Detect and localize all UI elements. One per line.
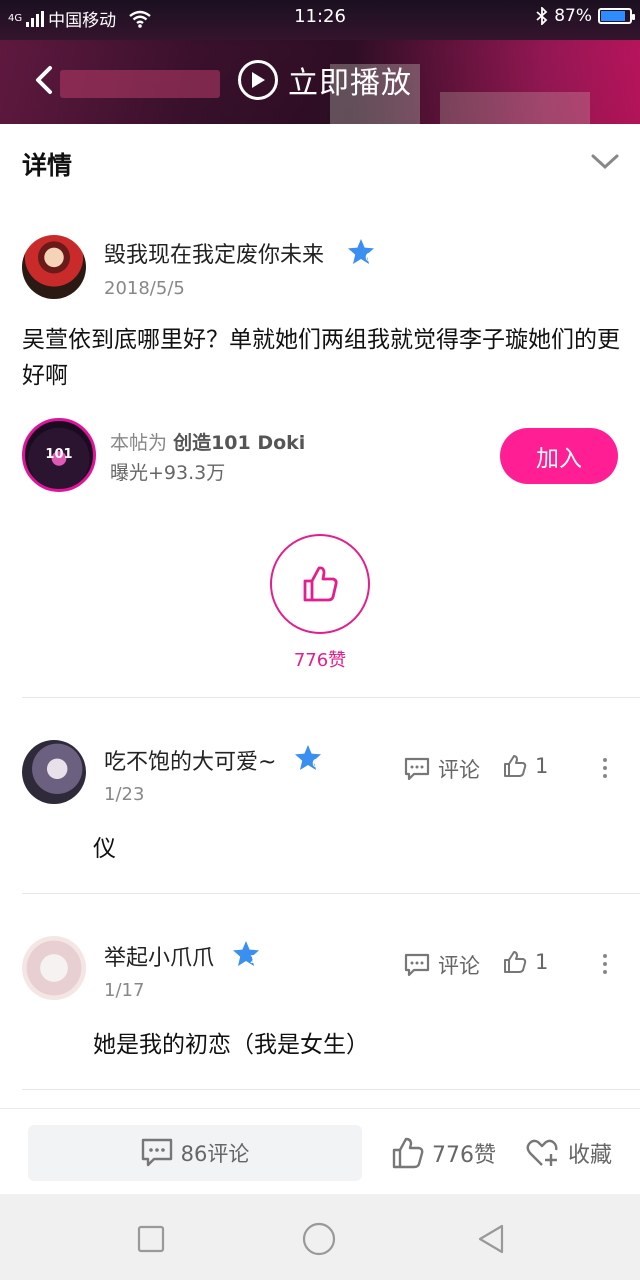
doki-community-row[interactable]: 101 本帖为 创造101 Doki 曝光+93.3万 加入 xyxy=(22,418,620,494)
more-vertical-icon[interactable] xyxy=(595,950,615,978)
video-thumbnail-detail xyxy=(440,92,590,124)
recent-apps-button[interactable] xyxy=(134,1222,168,1256)
battery-percent: 87% xyxy=(554,6,592,26)
detail-header: 详情 xyxy=(0,124,640,204)
comment-like-button[interactable]: 1 xyxy=(503,754,548,778)
play-now-label: 立即播放 xyxy=(288,66,412,101)
comment-date: 1/23 xyxy=(104,784,145,805)
comment-text: 仪 xyxy=(93,836,116,862)
comment-like-button[interactable]: 1 xyxy=(503,950,548,974)
write-comment-button[interactable]: 86评论 xyxy=(28,1125,362,1181)
divider xyxy=(22,1089,640,1090)
collapse-button[interactable] xyxy=(590,150,620,174)
svg-text:6: 6 xyxy=(312,757,319,770)
like-count: 776赞 xyxy=(293,650,347,671)
thumb-up-icon xyxy=(303,566,338,602)
doki-name[interactable]: 创造101 Doki xyxy=(173,432,305,454)
comment-avatar[interactable] xyxy=(22,936,86,1000)
doki-source: 本帖为 创造101 Doki xyxy=(110,428,305,455)
thumb-up-icon xyxy=(504,755,527,777)
star-level-icon: 6 xyxy=(348,239,374,264)
android-nav-bar xyxy=(0,1194,640,1280)
divider xyxy=(22,697,640,698)
bottom-like-button[interactable]: 776赞 xyxy=(392,1125,496,1181)
doki-logo[interactable]: 101 xyxy=(22,418,96,492)
like-button[interactable] xyxy=(270,534,370,634)
comment-avatar[interactable] xyxy=(22,740,86,804)
detail-title: 详情 xyxy=(22,151,73,180)
star-level-icon: 2 xyxy=(233,941,259,966)
back-nav-button[interactable] xyxy=(474,1222,508,1256)
chevron-left-icon xyxy=(36,66,52,94)
comment-reply-button[interactable]: 评论 xyxy=(404,754,480,784)
favorite-label: 收藏 xyxy=(568,1143,613,1168)
comment-count-label: 86评论 xyxy=(180,1142,250,1166)
video-thumbnail-detail xyxy=(60,70,220,98)
back-button[interactable] xyxy=(28,60,64,100)
comment-like-count: 1 xyxy=(535,754,549,778)
post-content: 吴萱依到底哪里好？单就她们两组我就觉得李子璇她们的更好啊 xyxy=(22,327,620,389)
svg-text:2: 2 xyxy=(250,953,257,966)
comment-icon xyxy=(404,757,430,781)
square-icon xyxy=(137,1225,165,1253)
more-vertical-icon[interactable] xyxy=(595,754,615,782)
status-bar: 4G 中国移动 11:26 87% xyxy=(0,0,640,34)
comment-author-name[interactable]: 吃不饱的大可爱~ xyxy=(104,744,276,776)
doki-exposure: 曝光+93.3万 xyxy=(110,462,226,484)
join-button[interactable]: 加入 xyxy=(500,428,618,484)
heart-plus-icon xyxy=(526,1139,558,1166)
comment-reply-label: 评论 xyxy=(438,758,480,782)
svg-text:6: 6 xyxy=(365,251,372,264)
post-date: 2018/5/5 xyxy=(104,278,185,299)
comment-reply-label: 评论 xyxy=(438,954,480,978)
thumb-up-icon xyxy=(392,1137,424,1169)
favorite-button[interactable]: 收藏 xyxy=(526,1125,612,1181)
divider xyxy=(22,893,640,894)
play-icon xyxy=(238,60,278,100)
bluetooth-icon xyxy=(536,7,548,25)
comment-date: 1/17 xyxy=(104,980,145,1001)
bottom-like-count: 776赞 xyxy=(432,1143,496,1168)
comment-like-count: 1 xyxy=(535,950,549,974)
post-author-avatar[interactable] xyxy=(22,235,86,299)
doki-prefix: 本帖为 xyxy=(110,432,168,454)
comment-text: 她是我的初恋（我是女生） xyxy=(93,1032,369,1058)
comment-author-name[interactable]: 举起小爪爪 xyxy=(104,940,214,972)
circle-icon xyxy=(302,1222,336,1256)
video-header[interactable]: 4G 中国移动 11:26 87% 立即播放 xyxy=(0,0,640,124)
home-button[interactable] xyxy=(302,1222,336,1256)
triangle-back-icon xyxy=(478,1224,504,1254)
comment-icon xyxy=(141,1138,172,1167)
status-right: 87% xyxy=(536,6,635,26)
battery-icon xyxy=(598,8,635,24)
thumb-up-icon xyxy=(504,951,527,973)
post-author-name[interactable]: 毁我现在我定废你未来 xyxy=(104,237,324,269)
star-level-icon: 6 xyxy=(295,745,321,770)
play-now-button[interactable]: 立即播放 xyxy=(238,58,412,102)
comment-icon xyxy=(404,953,430,977)
comment-reply-button[interactable]: 评论 xyxy=(404,950,480,980)
chevron-down-icon xyxy=(591,154,619,170)
doki-logo-text: 101 xyxy=(45,447,73,462)
bottom-action-bar: 86评论 776赞 收藏 xyxy=(0,1108,640,1194)
